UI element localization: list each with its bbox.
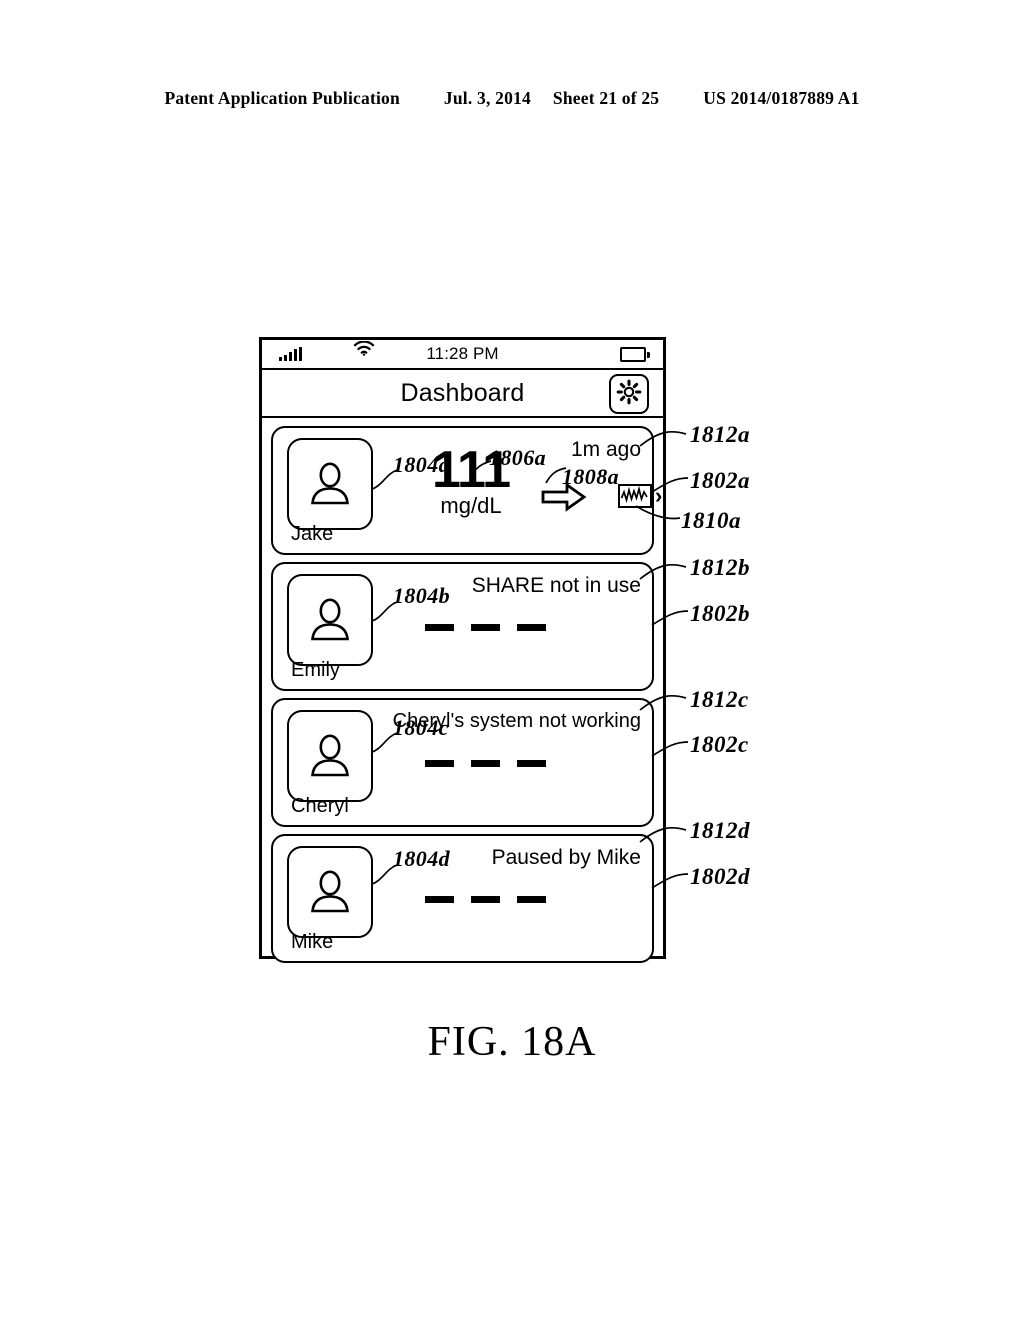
glucose-value: 111 bbox=[431, 441, 511, 499]
ref-numeral-1812b: 1812b bbox=[690, 555, 750, 580]
person-avatar-icon bbox=[311, 598, 349, 641]
person-avatar-icon bbox=[311, 462, 349, 505]
follower-card-cheryl[interactable]: Cheryl Cheryl's system not working bbox=[271, 698, 654, 827]
card-status-text: Paused by Mike bbox=[491, 846, 641, 869]
ref-numeral-1812d: 1812d bbox=[690, 818, 750, 843]
title-bar: Dashboard bbox=[262, 370, 663, 418]
ref-numeral-1812a: 1812a bbox=[690, 422, 750, 447]
chevron-right-icon[interactable]: › bbox=[655, 485, 662, 507]
follower-card-jake[interactable]: Jake 111 mg/dL › 1m ago bbox=[271, 426, 662, 555]
header-date: Jul. 3, 2014 bbox=[443, 88, 531, 108]
person-avatar-icon bbox=[311, 734, 349, 777]
person-avatar-icon bbox=[311, 870, 349, 913]
card-status-text: 1m ago bbox=[570, 438, 641, 461]
header-patent-number: US 2014/0187889 A1 bbox=[703, 88, 860, 108]
follower-card-mike[interactable]: Mike Paused by Mike bbox=[271, 834, 654, 963]
no-reading-placeholder bbox=[425, 624, 546, 631]
page-header: Patent Application Publication Jul. 3, 2… bbox=[0, 88, 1024, 109]
settings-button[interactable] bbox=[609, 374, 649, 414]
follower-name: Cheryl bbox=[291, 795, 349, 817]
follower-name: Jake bbox=[291, 523, 334, 545]
avatar bbox=[287, 710, 373, 802]
gear-icon bbox=[616, 379, 642, 410]
header-publication: Patent Application Publication bbox=[164, 88, 400, 108]
trend-graph-icon[interactable] bbox=[618, 484, 652, 508]
card-status-text: Cheryl's system not working bbox=[392, 710, 641, 732]
follower-name: Mike bbox=[291, 931, 334, 953]
header-sheet: Sheet 21 of 25 bbox=[552, 88, 660, 108]
ref-numeral-1810a: 1810a bbox=[681, 508, 741, 533]
battery-icon bbox=[620, 347, 650, 362]
glucose-reading-block: 111 mg/dL bbox=[411, 444, 531, 519]
figure-caption: FIG. 18A bbox=[427, 1019, 597, 1065]
status-bar: 11:28 PM bbox=[262, 340, 663, 370]
avatar bbox=[287, 438, 373, 530]
phone-device-frame: 11:28 PM Dashboard Jake 111 mg/dL › 1m a… bbox=[259, 337, 666, 963]
status-time: 11:28 PM bbox=[426, 344, 499, 363]
page-title: Dashboard bbox=[400, 378, 525, 407]
glucose-units: mg/dL bbox=[440, 493, 502, 519]
ref-numeral-1802b: 1802b bbox=[690, 601, 750, 626]
avatar bbox=[287, 846, 373, 938]
ref-numeral-1802d: 1802d bbox=[690, 864, 750, 889]
card-status-text: SHARE not in use bbox=[471, 574, 641, 597]
arrow-right-flat-icon bbox=[541, 482, 587, 517]
ref-numeral-1812c: 1812c bbox=[690, 687, 749, 712]
dashboard-card-list: Jake 111 mg/dL › 1m ago Emily SHARE not … bbox=[262, 418, 663, 963]
avatar bbox=[287, 574, 373, 666]
no-reading-placeholder bbox=[425, 896, 546, 903]
ref-numeral-1802c: 1802c bbox=[690, 732, 749, 757]
no-reading-placeholder bbox=[425, 760, 546, 767]
follower-name: Emily bbox=[291, 659, 340, 681]
ref-numeral-1802a: 1802a bbox=[690, 468, 750, 493]
follower-card-emily[interactable]: Emily SHARE not in use bbox=[271, 562, 654, 691]
